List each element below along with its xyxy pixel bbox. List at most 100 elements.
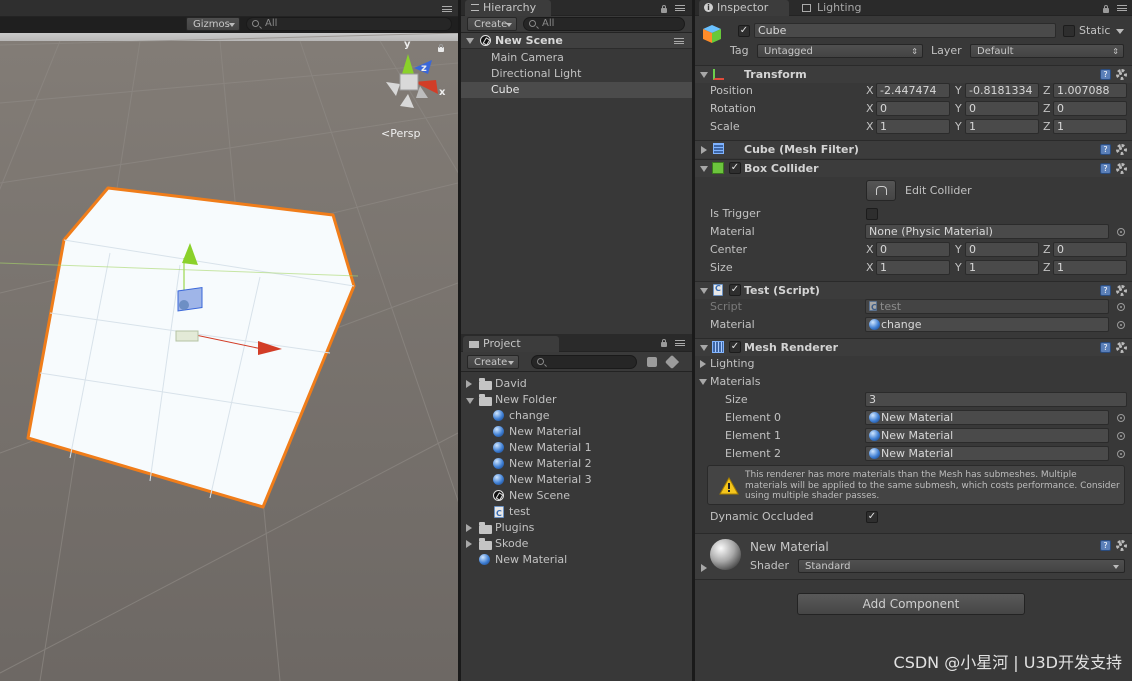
dynamic-occluded-checkbox[interactable]: ✓ (866, 511, 878, 523)
project-item[interactable]: New Folder (461, 392, 692, 408)
project-item[interactable]: New Material (461, 552, 692, 568)
active-checkbox[interactable]: ✓ (738, 25, 750, 37)
hierarchy-item[interactable]: Directional Light (461, 66, 692, 82)
static-checkbox[interactable] (1063, 25, 1075, 37)
scene-menu-icon[interactable] (442, 6, 452, 12)
collapse-arrow-icon[interactable] (701, 146, 707, 154)
mesh-renderer-header[interactable]: ✓ Mesh Renderer ? (695, 338, 1132, 356)
filter-by-type-icon[interactable] (647, 357, 657, 367)
gizmos-dropdown[interactable]: Gizmos (186, 17, 240, 31)
project-item[interactable]: David (461, 376, 692, 392)
project-item[interactable]: Plugins (461, 520, 692, 536)
box-collider-header[interactable]: ✓ Box Collider ? (695, 159, 1132, 177)
tab-hierarchy[interactable]: Hierarchy (465, 0, 551, 16)
project-item[interactable]: New Material 2 (461, 456, 692, 472)
hierarchy-lock-icon[interactable] (661, 5, 667, 13)
size-z-field[interactable]: 1 (1053, 260, 1127, 275)
collider-material-field[interactable]: None (Physic Material) (865, 224, 1109, 239)
script-material-field[interactable]: change (865, 317, 1109, 332)
gear-icon[interactable] (1116, 69, 1127, 80)
help-icon[interactable]: ? (1100, 540, 1111, 551)
expand-arrow-icon[interactable] (466, 398, 474, 404)
help-icon[interactable]: ? (1100, 144, 1111, 155)
transform-x-field[interactable]: -2.447474 (876, 83, 950, 98)
tab-inspector[interactable]: i Inspector (699, 0, 789, 16)
project-menu-icon[interactable] (675, 340, 685, 346)
persp-label-wrap[interactable]: <Persp (381, 127, 420, 140)
object-picker-icon[interactable] (1117, 321, 1125, 329)
help-icon[interactable]: ? (1100, 163, 1111, 174)
hierarchy-item[interactable]: Main Camera (461, 50, 692, 66)
is-trigger-checkbox[interactable] (866, 208, 878, 220)
lighting-foldout-arrow-icon[interactable] (700, 360, 706, 368)
object-picker-icon[interactable] (1117, 228, 1125, 236)
expand-arrow-icon[interactable] (700, 288, 708, 294)
mesh-renderer-enabled-checkbox[interactable]: ✓ (729, 341, 741, 353)
scene-view[interactable]: Gizmos All y z x <Persp (0, 0, 458, 681)
project-item[interactable]: test (461, 504, 692, 522)
expand-arrow-icon[interactable] (700, 166, 708, 172)
project-item[interactable]: New Scene (461, 488, 692, 504)
static-dropdown-icon[interactable] (1116, 29, 1124, 34)
project-item[interactable]: change (461, 408, 692, 424)
transform-z-field[interactable]: 1.007088 (1053, 83, 1127, 98)
center-y-field[interactable]: 0 (965, 242, 1039, 257)
expand-arrow-icon[interactable] (700, 345, 708, 351)
materials-foldout-label[interactable]: Materials (710, 375, 760, 388)
center-z-field[interactable]: 0 (1053, 242, 1127, 257)
lighting-foldout-label[interactable]: Lighting (710, 357, 754, 370)
inspector-menu-icon[interactable] (1117, 5, 1127, 11)
material-element-field[interactable]: New Material (865, 446, 1109, 461)
box-collider-enabled-checkbox[interactable]: ✓ (729, 162, 741, 174)
shader-dropdown[interactable]: Standard (798, 559, 1125, 573)
object-picker-icon[interactable] (1117, 303, 1125, 311)
transform-header[interactable]: Transform ? (695, 65, 1132, 83)
project-create-button[interactable]: Create (467, 355, 519, 369)
hierarchy-item[interactable]: Cube (461, 82, 692, 98)
transform-x-field[interactable]: 1 (876, 119, 950, 134)
material-element-field[interactable]: New Material (865, 428, 1109, 443)
tag-dropdown[interactable]: Untagged ⇕ (757, 44, 923, 58)
gear-icon[interactable] (1116, 144, 1127, 155)
gear-icon[interactable] (1116, 163, 1127, 174)
material-element-field[interactable]: New Material (865, 410, 1109, 425)
project-item[interactable]: New Material 3 (461, 472, 692, 488)
gear-icon[interactable] (1116, 540, 1127, 551)
object-picker-icon[interactable] (1117, 450, 1125, 458)
collapse-arrow-icon[interactable] (466, 380, 472, 388)
materials-size-field[interactable]: 3 (865, 392, 1127, 407)
scene-options-icon[interactable] (674, 38, 684, 44)
inspector-lock-icon[interactable] (1103, 5, 1109, 13)
filter-by-label-icon[interactable] (664, 354, 680, 370)
scene-search-input[interactable]: All (246, 17, 452, 31)
add-component-button[interactable]: Add Component (797, 593, 1025, 615)
expand-arrow-icon[interactable] (466, 38, 474, 44)
collapse-arrow-icon[interactable] (466, 524, 472, 532)
z-axis-handle[interactable] (179, 300, 189, 310)
object-name-field[interactable]: Cube (754, 23, 1056, 38)
transform-y-field[interactable]: 0 (965, 101, 1039, 116)
object-picker-icon[interactable] (1117, 414, 1125, 422)
hierarchy-search-input[interactable]: All (523, 17, 685, 31)
help-icon[interactable]: ? (1100, 69, 1111, 80)
size-x-field[interactable]: 1 (876, 260, 950, 275)
help-icon[interactable]: ? (1100, 342, 1111, 353)
center-x-field[interactable]: 0 (876, 242, 950, 257)
layer-dropdown[interactable]: Default ⇕ (970, 44, 1124, 58)
test-script-header[interactable]: ✓ Test (Script) ? (695, 281, 1132, 299)
hierarchy-menu-icon[interactable] (675, 5, 685, 11)
transform-z-field[interactable]: 1 (1053, 119, 1127, 134)
collapse-arrow-icon[interactable] (466, 540, 472, 548)
project-item[interactable]: New Material 1 (461, 440, 692, 456)
project-lock-icon[interactable] (661, 339, 667, 347)
scene-lock-icon[interactable] (438, 44, 444, 52)
material-foldout-arrow-icon[interactable] (701, 564, 707, 572)
edit-collider-button[interactable] (866, 180, 896, 201)
tab-lighting[interactable]: Lighting (793, 0, 889, 16)
transform-y-field[interactable]: -0.8181334 (965, 83, 1039, 98)
help-icon[interactable]: ? (1100, 285, 1111, 296)
tab-project[interactable]: Project (463, 336, 559, 352)
size-y-field[interactable]: 1 (965, 260, 1039, 275)
project-item[interactable]: New Material (461, 424, 692, 440)
transform-z-field[interactable]: 0 (1053, 101, 1127, 116)
